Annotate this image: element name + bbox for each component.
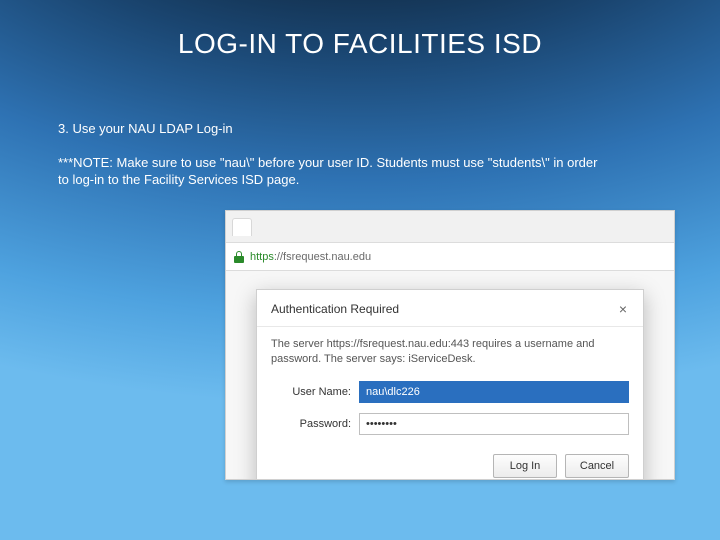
step-text: 3. Use your NAU LDAP Log-in xyxy=(58,120,598,138)
dialog-title: Authentication Required xyxy=(271,302,399,316)
close-icon[interactable]: × xyxy=(615,300,631,318)
page-viewport: Authentication Required × The server htt… xyxy=(226,271,674,479)
cancel-button[interactable]: Cancel xyxy=(565,454,629,478)
url-scheme: https xyxy=(250,251,274,263)
url-path: ://fsrequest.nau.edu xyxy=(274,251,371,263)
lock-icon xyxy=(234,251,244,263)
dialog-header: Authentication Required × xyxy=(257,290,643,327)
login-button[interactable]: Log In xyxy=(493,454,557,478)
username-row: User Name: xyxy=(271,381,629,403)
dialog-footer: Log In Cancel xyxy=(493,454,629,478)
instruction-block: 3. Use your NAU LDAP Log-in ***NOTE: Mak… xyxy=(58,120,598,189)
password-row: Password: xyxy=(271,413,629,435)
browser-screenshot: https://fsrequest.nau.edu Authentication… xyxy=(225,210,675,480)
address-bar[interactable]: https://fsrequest.nau.edu xyxy=(226,243,674,271)
page-title: LOG-IN TO FACILITIES ISD xyxy=(0,28,720,60)
password-label: Password: xyxy=(271,418,351,430)
password-input[interactable] xyxy=(359,413,629,435)
url-text: https://fsrequest.nau.edu xyxy=(250,251,371,263)
tab-strip xyxy=(226,211,674,243)
dialog-message: The server https://fsrequest.nau.edu:443… xyxy=(257,327,643,371)
username-input[interactable] xyxy=(359,381,629,403)
username-label: User Name: xyxy=(271,386,351,398)
auth-dialog: Authentication Required × The server htt… xyxy=(256,289,644,480)
browser-tab[interactable] xyxy=(232,218,252,236)
note-text: ***NOTE: Make sure to use "nau\" before … xyxy=(58,154,598,189)
